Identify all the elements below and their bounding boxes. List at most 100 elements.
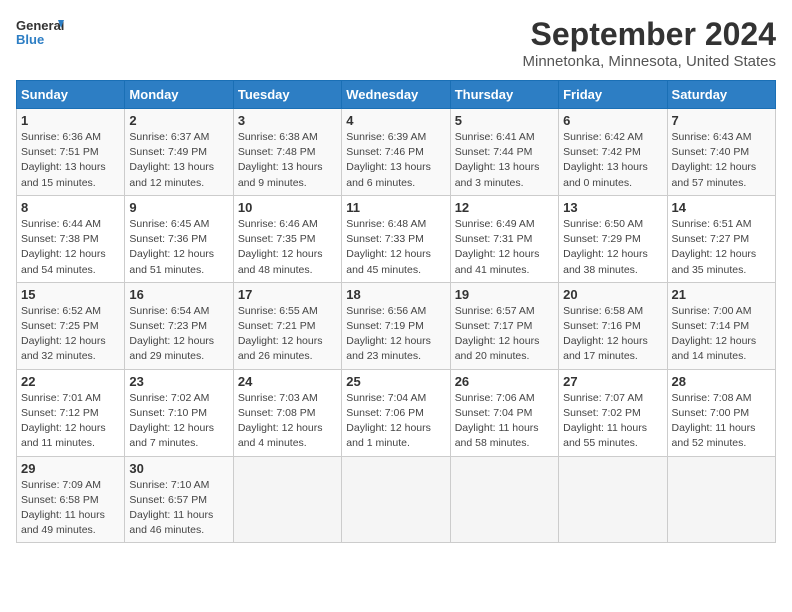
- day-detail: Sunrise: 7:01 AMSunset: 7:12 PMDaylight:…: [21, 391, 120, 452]
- day-number: 24: [238, 374, 337, 389]
- day-cell: 14 Sunrise: 6:51 AMSunset: 7:27 PMDaylig…: [667, 195, 775, 282]
- day-cell: 20 Sunrise: 6:58 AMSunset: 7:16 PMDaylig…: [559, 282, 667, 369]
- day-number: 19: [455, 287, 554, 302]
- day-number: 1: [21, 113, 120, 128]
- month-title: September 2024: [523, 16, 776, 53]
- day-number: 28: [672, 374, 771, 389]
- day-detail: Sunrise: 6:36 AMSunset: 7:51 PMDaylight:…: [21, 130, 120, 191]
- day-detail: Sunrise: 6:54 AMSunset: 7:23 PMDaylight:…: [129, 304, 228, 365]
- day-cell: 12 Sunrise: 6:49 AMSunset: 7:31 PMDaylig…: [450, 195, 558, 282]
- day-number: 13: [563, 200, 662, 215]
- day-number: 4: [346, 113, 445, 128]
- day-number: 17: [238, 287, 337, 302]
- day-cell: 24 Sunrise: 7:03 AMSunset: 7:08 PMDaylig…: [233, 369, 341, 456]
- day-cell: 13 Sunrise: 6:50 AMSunset: 7:29 PMDaylig…: [559, 195, 667, 282]
- day-detail: Sunrise: 7:10 AMSunset: 6:57 PMDaylight:…: [129, 478, 228, 539]
- day-detail: Sunrise: 7:08 AMSunset: 7:00 PMDaylight:…: [672, 391, 771, 452]
- day-detail: Sunrise: 6:38 AMSunset: 7:48 PMDaylight:…: [238, 130, 337, 191]
- day-detail: Sunrise: 6:55 AMSunset: 7:21 PMDaylight:…: [238, 304, 337, 365]
- day-number: 10: [238, 200, 337, 215]
- day-cell: 3 Sunrise: 6:38 AMSunset: 7:48 PMDayligh…: [233, 109, 341, 196]
- day-cell: 25 Sunrise: 7:04 AMSunset: 7:06 PMDaylig…: [342, 369, 450, 456]
- day-cell: 9 Sunrise: 6:45 AMSunset: 7:36 PMDayligh…: [125, 195, 233, 282]
- svg-text:General: General: [16, 18, 64, 33]
- day-detail: Sunrise: 6:46 AMSunset: 7:35 PMDaylight:…: [238, 217, 337, 278]
- day-number: 5: [455, 113, 554, 128]
- day-detail: Sunrise: 6:43 AMSunset: 7:40 PMDaylight:…: [672, 130, 771, 191]
- day-detail: Sunrise: 7:04 AMSunset: 7:06 PMDaylight:…: [346, 391, 445, 452]
- day-cell: 7 Sunrise: 6:43 AMSunset: 7:40 PMDayligh…: [667, 109, 775, 196]
- day-cell: [233, 456, 341, 543]
- day-cell: 22 Sunrise: 7:01 AMSunset: 7:12 PMDaylig…: [17, 369, 125, 456]
- day-number: 26: [455, 374, 554, 389]
- weekday-header-thursday: Thursday: [450, 81, 558, 109]
- day-detail: Sunrise: 6:48 AMSunset: 7:33 PMDaylight:…: [346, 217, 445, 278]
- day-detail: Sunrise: 6:45 AMSunset: 7:36 PMDaylight:…: [129, 217, 228, 278]
- day-detail: Sunrise: 6:57 AMSunset: 7:17 PMDaylight:…: [455, 304, 554, 365]
- day-cell: 15 Sunrise: 6:52 AMSunset: 7:25 PMDaylig…: [17, 282, 125, 369]
- day-number: 16: [129, 287, 228, 302]
- day-number: 22: [21, 374, 120, 389]
- day-detail: Sunrise: 6:42 AMSunset: 7:42 PMDaylight:…: [563, 130, 662, 191]
- day-cell: 1 Sunrise: 6:36 AMSunset: 7:51 PMDayligh…: [17, 109, 125, 196]
- day-cell: 19 Sunrise: 6:57 AMSunset: 7:17 PMDaylig…: [450, 282, 558, 369]
- day-cell: 2 Sunrise: 6:37 AMSunset: 7:49 PMDayligh…: [125, 109, 233, 196]
- day-detail: Sunrise: 7:06 AMSunset: 7:04 PMDaylight:…: [455, 391, 554, 452]
- day-number: 14: [672, 200, 771, 215]
- day-number: 27: [563, 374, 662, 389]
- location: Minnetonka, Minnesota, United States: [523, 53, 776, 70]
- day-number: 3: [238, 113, 337, 128]
- week-row-4: 22 Sunrise: 7:01 AMSunset: 7:12 PMDaylig…: [17, 369, 776, 456]
- day-number: 12: [455, 200, 554, 215]
- day-cell: [559, 456, 667, 543]
- day-detail: Sunrise: 7:00 AMSunset: 7:14 PMDaylight:…: [672, 304, 771, 365]
- svg-text:Blue: Blue: [16, 32, 44, 47]
- day-detail: Sunrise: 6:49 AMSunset: 7:31 PMDaylight:…: [455, 217, 554, 278]
- day-cell: 27 Sunrise: 7:07 AMSunset: 7:02 PMDaylig…: [559, 369, 667, 456]
- title-area: September 2024 Minnetonka, Minnesota, Un…: [523, 16, 776, 70]
- day-cell: [667, 456, 775, 543]
- day-detail: Sunrise: 7:02 AMSunset: 7:10 PMDaylight:…: [129, 391, 228, 452]
- weekday-header-row: SundayMondayTuesdayWednesdayThursdayFrid…: [17, 81, 776, 109]
- day-cell: 18 Sunrise: 6:56 AMSunset: 7:19 PMDaylig…: [342, 282, 450, 369]
- day-number: 29: [21, 461, 120, 476]
- day-detail: Sunrise: 6:52 AMSunset: 7:25 PMDaylight:…: [21, 304, 120, 365]
- day-cell: 26 Sunrise: 7:06 AMSunset: 7:04 PMDaylig…: [450, 369, 558, 456]
- day-number: 11: [346, 200, 445, 215]
- day-detail: Sunrise: 6:39 AMSunset: 7:46 PMDaylight:…: [346, 130, 445, 191]
- day-cell: 6 Sunrise: 6:42 AMSunset: 7:42 PMDayligh…: [559, 109, 667, 196]
- week-row-2: 8 Sunrise: 6:44 AMSunset: 7:38 PMDayligh…: [17, 195, 776, 282]
- day-cell: 23 Sunrise: 7:02 AMSunset: 7:10 PMDaylig…: [125, 369, 233, 456]
- day-cell: 4 Sunrise: 6:39 AMSunset: 7:46 PMDayligh…: [342, 109, 450, 196]
- day-cell: 5 Sunrise: 6:41 AMSunset: 7:44 PMDayligh…: [450, 109, 558, 196]
- weekday-header-monday: Monday: [125, 81, 233, 109]
- week-row-5: 29 Sunrise: 7:09 AMSunset: 6:58 PMDaylig…: [17, 456, 776, 543]
- logo: General Blue: [16, 16, 64, 52]
- day-detail: Sunrise: 6:50 AMSunset: 7:29 PMDaylight:…: [563, 217, 662, 278]
- day-number: 30: [129, 461, 228, 476]
- day-number: 15: [21, 287, 120, 302]
- day-number: 8: [21, 200, 120, 215]
- weekday-header-friday: Friday: [559, 81, 667, 109]
- day-detail: Sunrise: 6:58 AMSunset: 7:16 PMDaylight:…: [563, 304, 662, 365]
- day-cell: 28 Sunrise: 7:08 AMSunset: 7:00 PMDaylig…: [667, 369, 775, 456]
- day-cell: 16 Sunrise: 6:54 AMSunset: 7:23 PMDaylig…: [125, 282, 233, 369]
- weekday-header-saturday: Saturday: [667, 81, 775, 109]
- day-cell: 8 Sunrise: 6:44 AMSunset: 7:38 PMDayligh…: [17, 195, 125, 282]
- logo-svg: General Blue: [16, 16, 64, 52]
- day-number: 20: [563, 287, 662, 302]
- day-number: 2: [129, 113, 228, 128]
- week-row-1: 1 Sunrise: 6:36 AMSunset: 7:51 PMDayligh…: [17, 109, 776, 196]
- day-cell: 29 Sunrise: 7:09 AMSunset: 6:58 PMDaylig…: [17, 456, 125, 543]
- day-detail: Sunrise: 7:07 AMSunset: 7:02 PMDaylight:…: [563, 391, 662, 452]
- day-number: 18: [346, 287, 445, 302]
- day-detail: Sunrise: 6:37 AMSunset: 7:49 PMDaylight:…: [129, 130, 228, 191]
- day-cell: 10 Sunrise: 6:46 AMSunset: 7:35 PMDaylig…: [233, 195, 341, 282]
- day-detail: Sunrise: 6:56 AMSunset: 7:19 PMDaylight:…: [346, 304, 445, 365]
- day-number: 23: [129, 374, 228, 389]
- day-number: 7: [672, 113, 771, 128]
- day-detail: Sunrise: 6:41 AMSunset: 7:44 PMDaylight:…: [455, 130, 554, 191]
- weekday-header-wednesday: Wednesday: [342, 81, 450, 109]
- day-number: 9: [129, 200, 228, 215]
- day-cell: 30 Sunrise: 7:10 AMSunset: 6:57 PMDaylig…: [125, 456, 233, 543]
